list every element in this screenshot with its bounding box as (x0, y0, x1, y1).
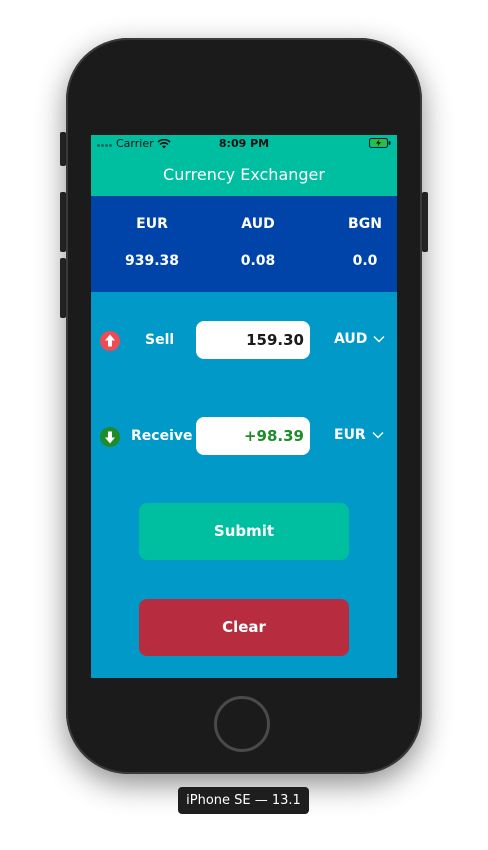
receive-currency-value: EUR (334, 427, 366, 443)
clear-button[interactable]: Clear (139, 599, 349, 656)
balance-value: 939.38 (124, 253, 180, 269)
currency-code: BGN (348, 216, 382, 232)
chevron-down-icon (372, 432, 384, 439)
power-button (422, 192, 428, 252)
sell-amount-input[interactable]: 159.30 (196, 321, 310, 359)
status-time: 8:09 PM (218, 137, 270, 150)
arrow-up-icon (100, 331, 120, 351)
receive-label: Receive (131, 428, 193, 444)
sell-row: Sell 159.30 AUD (91, 321, 397, 361)
balance-panel: EUR 939.38 AUD 0.08 BGN 0.0 (91, 196, 397, 292)
receive-currency-select[interactable]: EUR (334, 427, 384, 443)
balance-value: 0.0 (352, 253, 378, 269)
device-label: iPhone SE — 13.1 (178, 787, 309, 814)
currency-code: AUD (241, 216, 275, 232)
navigation-header: Carrier 8:09 PM Currency Exchanger (91, 135, 397, 196)
app-screen: Carrier 8:09 PM Currency Exchanger EUR 9… (91, 135, 397, 678)
sell-currency-value: AUD (334, 331, 368, 347)
balance-value: 0.08 (240, 253, 276, 269)
arrow-down-icon (100, 427, 120, 447)
receive-amount-field[interactable]: +98.39 (196, 417, 310, 455)
chevron-down-icon (373, 336, 385, 343)
receive-row: Receive +98.39 EUR (91, 417, 397, 457)
sell-label: Sell (145, 332, 175, 348)
sell-currency-select[interactable]: AUD (334, 331, 385, 347)
home-button[interactable] (214, 696, 270, 752)
page-title: Currency Exchanger (163, 165, 325, 184)
battery-charging-icon (369, 138, 391, 148)
status-bar: Carrier 8:09 PM (91, 135, 397, 153)
simulator-stage: Carrier 8:09 PM Currency Exchanger EUR 9… (0, 0, 488, 850)
currency-code: EUR (136, 216, 168, 232)
submit-button[interactable]: Submit (139, 503, 349, 560)
